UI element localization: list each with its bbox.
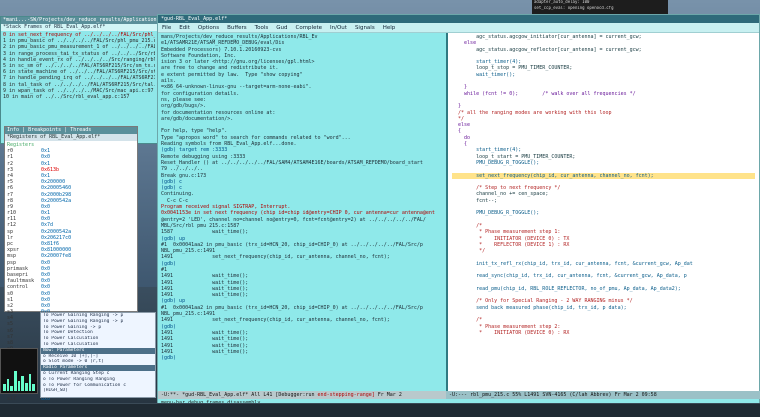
gdb-line: (gdb) [161,355,177,362]
mode-line-text: -U:**- *gud-RBL_Eval_App.elf* All L41 [D… [161,392,318,398]
cpu-monitor [0,348,38,394]
window-title: *gud-RBL_Eval_App.elf* [158,15,759,23]
source-mode-line: -U:--- rbl_pmu_215.c 55% L1491 SVN-4165 … [446,391,760,399]
source-buffer[interactable]: agc_status.agcgow_initiator[cur_antenna]… [446,33,759,391]
stack-frame-list: 0 in set_next_frequency of ../../../../F… [1,31,157,101]
mode-line-date: Fr Mar 2 [374,392,402,398]
menu-item-inout[interactable]: In/Out [326,23,351,32]
monitor-bar [25,382,28,391]
gdb-buffer[interactable]: mans/Projects/dev_reduce_results/Applica… [158,33,444,391]
monitor-bar [14,370,17,391]
gdb-line: @entry=2 'LED', channel no=channel no@en… [161,216,426,223]
mode-line-status: end-stepping-range] [317,392,375,398]
menu-item-complete[interactable]: Complete [291,23,326,32]
buffer-header: *Stack Frames of RBL_Eval_App.elf* [1,24,157,31]
monitor-bar [28,374,32,391]
control-panel[interactable]: To Power Gaining Ranging -> p To Power Ga… [40,312,156,398]
register-name: s17 [7,395,17,402]
gdb-line: 0x0041153e in set next frequency (chip i… [161,210,435,217]
stack-frame-item[interactable]: 8 in tal_task of ../../../../FAL/ATS6RF2… [3,82,155,88]
stack-frame-item[interactable]: 3 in range_process_tai_tx_status of ../.… [3,51,155,57]
monitor-bar [6,379,10,391]
taskbar [0,403,760,417]
stack-frame-item[interactable]: 7 in handle_pending_irq of ../../../../F… [3,75,155,81]
terminal-line: set_ccp_eval: opening openocd.cfg [534,6,614,11]
monitor-bar [17,380,21,391]
registers-tabs[interactable]: Info | Breakpoints | Threads [5,127,137,134]
stack-frame-item[interactable]: 10 in main of ../../Src/rbl_eval_app.c:1… [3,94,155,100]
menu-item-tools[interactable]: Tools [251,23,273,32]
monitor-bar [10,385,14,391]
monitor-bar [32,384,36,391]
monitor-bar [21,375,25,391]
stack-frame-item[interactable]: 9 in wpan_task of ../../../../MAC/Src/ma… [3,88,155,94]
menu-bar: File Edit Options Buffers Tools Gud Complete In… [158,23,759,33]
control-panel-line[interactable]: [HIGH_SD] [41,388,155,394]
stack-frame-item[interactable]: 2 in pmu_basic_pmu_measurement_1 of ../.… [3,44,155,50]
stack-frames-window[interactable]: *mani...-SW/Projects/dev_reduce_results/… [0,16,158,144]
window-title: *mani...-SW/Projects/dev_reduce_results/… [1,17,157,24]
menu-item-gud[interactable]: Gud [272,23,291,32]
emacs-window[interactable]: *gud-RBL_Eval_App.elf* File Edit Options Bu… [157,14,760,417]
menu-item-options[interactable]: Options [194,23,223,32]
menu-item-file[interactable]: File [158,23,175,32]
menu-item-signals[interactable]: Signals [351,23,379,32]
registers-header: *Registers of RBL_Eval_App.elf* [5,134,137,141]
menu-item-buffers[interactable]: Buffers [223,23,251,32]
monitor-bars [3,357,36,391]
background-terminal[interactable]: adapter_auto_delay: 100 set_ccp_eval: op… [532,0,668,14]
registers-window[interactable]: Info | Breakpoints | Threads *Registers … [4,126,138,402]
source-line: * INITIATOR (DEVICE 0) : RX [452,329,570,336]
menu-item-edit[interactable]: Edit [175,23,194,32]
menu-item-help[interactable]: Help [379,23,400,32]
monitor-bar [3,384,6,391]
gdb-mode-line: -U:**- *gud-RBL_Eval_App.elf* All L41 [D… [158,391,446,399]
